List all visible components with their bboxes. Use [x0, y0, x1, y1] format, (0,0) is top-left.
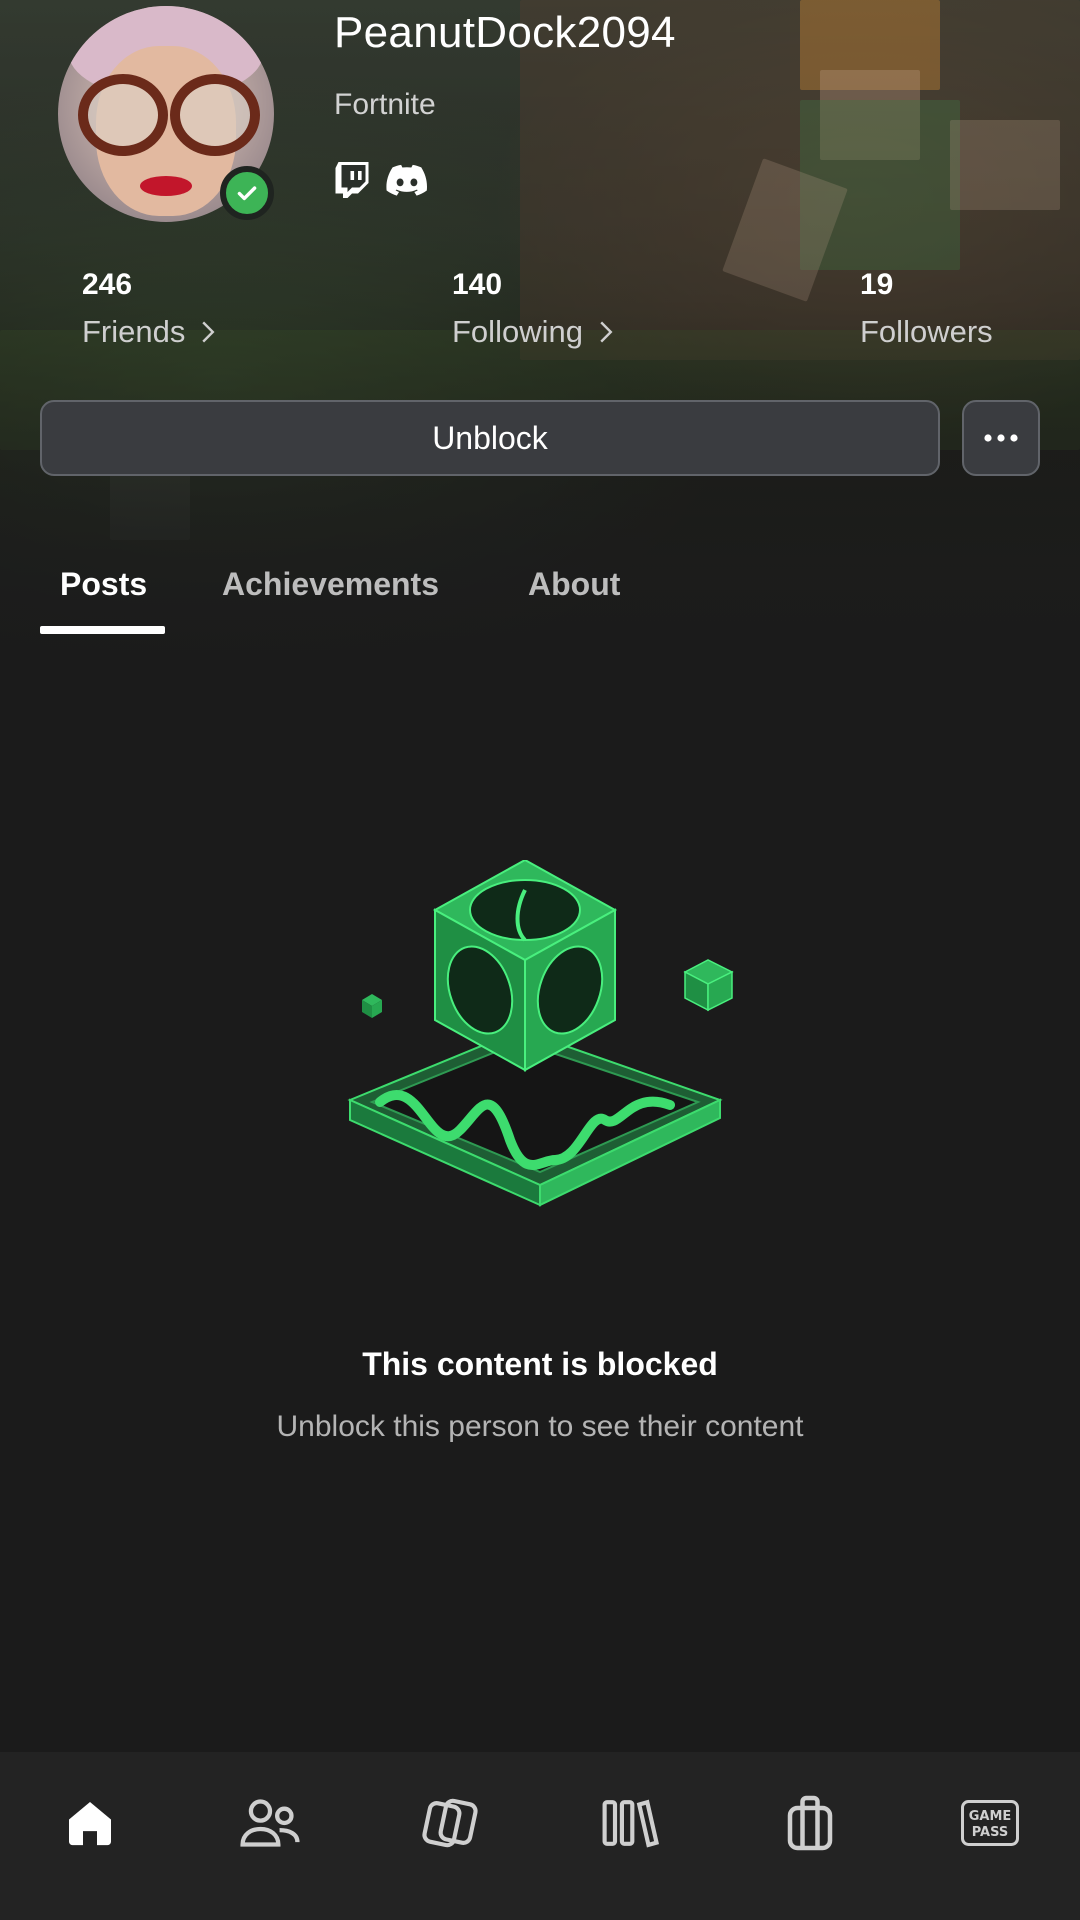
stat-followers[interactable]: 19 Followers: [860, 268, 993, 350]
more-options-button[interactable]: [962, 400, 1040, 476]
library-icon: [602, 1799, 660, 1848]
friends-label: Friends: [82, 314, 186, 349]
followers-label: Followers: [860, 314, 993, 349]
following-label: Following: [452, 314, 583, 349]
empty-state-subtitle: Unblock this person to see their content: [276, 1410, 804, 1443]
discord-icon[interactable]: [386, 160, 427, 200]
games-icon: [422, 1798, 478, 1848]
twitch-icon[interactable]: [334, 160, 374, 200]
home-icon: [69, 1802, 111, 1846]
nav-social[interactable]: [225, 1788, 315, 1858]
username: PeanutDock2094: [334, 8, 676, 57]
blocked-cube-illustration: [347, 860, 734, 1207]
tab-achievements[interactable]: Achievements: [222, 566, 439, 603]
followers-count: 19: [860, 268, 894, 301]
stat-friends[interactable]: 246 Friends: [82, 268, 217, 350]
nav-home[interactable]: [45, 1788, 135, 1858]
social-icon: [240, 1799, 300, 1847]
empty-state-title: This content is blocked: [362, 1346, 718, 1382]
following-count: 140: [452, 268, 503, 301]
tab-posts[interactable]: Posts: [60, 566, 147, 603]
bottom-navigation: GAME PASS: [0, 1752, 1080, 1920]
stat-following[interactable]: 140 Following: [452, 268, 615, 350]
unblock-button[interactable]: Unblock: [40, 400, 940, 476]
nav-game-pass[interactable]: GAME PASS: [945, 1788, 1035, 1858]
friends-count: 246: [82, 268, 133, 301]
svg-text:PASS: PASS: [972, 1825, 1009, 1840]
chevron-right-icon: [202, 321, 215, 343]
verified-check-icon: [220, 166, 274, 220]
store-icon: [787, 1795, 833, 1851]
tab-about[interactable]: About: [528, 566, 620, 603]
nav-games[interactable]: [405, 1788, 495, 1858]
more-horizontal-icon: [984, 434, 1018, 442]
nav-store[interactable]: [765, 1788, 855, 1858]
active-tab-indicator: [40, 626, 165, 634]
chevron-right-icon: [600, 321, 613, 343]
current-game[interactable]: Fortnite: [334, 88, 436, 122]
nav-library[interactable]: [585, 1788, 675, 1858]
svg-text:GAME: GAME: [969, 1809, 1012, 1824]
game-pass-icon: GAME PASS: [961, 1800, 1019, 1846]
